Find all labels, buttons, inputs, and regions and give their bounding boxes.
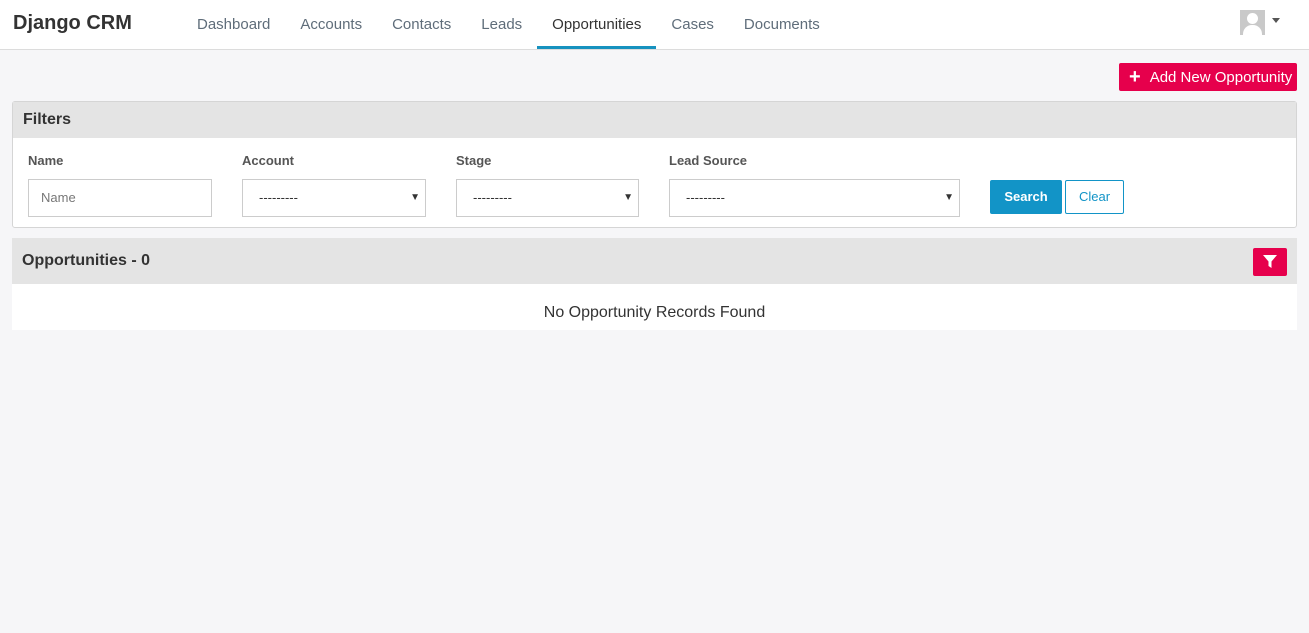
nav-dashboard[interactable]: Dashboard: [182, 0, 285, 49]
name-filter-label: Name: [28, 153, 64, 168]
account-filter-value: ---------: [259, 190, 298, 205]
plus-icon: +: [1129, 66, 1141, 88]
select-arrow-icon: ▼: [944, 192, 954, 203]
brand-logo[interactable]: Django CRM: [13, 12, 132, 35]
stage-filter-value: ---------: [473, 190, 512, 205]
nav-contacts[interactable]: Contacts: [377, 0, 466, 49]
nav-accounts[interactable]: Accounts: [285, 0, 377, 49]
toggle-filters-button[interactable]: [1253, 248, 1287, 276]
add-new-opportunity-label: Add New Opportunity: [1149, 68, 1293, 86]
name-filter-placeholder: Name: [41, 190, 76, 205]
caret-down-icon[interactable]: [1272, 18, 1280, 23]
top-navbar: Django CRM Dashboard Accounts Contacts L…: [0, 0, 1309, 50]
nav-leads[interactable]: Leads: [466, 0, 537, 49]
select-arrow-icon: ▼: [410, 192, 420, 203]
lead-source-filter-label: Lead Source: [669, 153, 748, 168]
add-new-opportunity-button[interactable]: + Add New Opportunity: [1119, 63, 1297, 91]
opportunities-panel: Opportunities - 0 No Opportunity Records…: [12, 238, 1297, 330]
stage-filter-select[interactable]: --------- ▼: [456, 179, 639, 217]
stage-filter-label: Stage: [456, 153, 492, 168]
select-arrow-icon: ▼: [623, 192, 633, 203]
nav-cases[interactable]: Cases: [656, 0, 729, 49]
search-button[interactable]: Search: [990, 180, 1062, 214]
avatar-head: [1247, 13, 1258, 24]
nav-documents[interactable]: Documents: [729, 0, 835, 49]
user-avatar-icon[interactable]: [1240, 10, 1265, 35]
opportunities-count-title: Opportunities - 0: [22, 252, 150, 269]
name-filter-input[interactable]: Name: [28, 179, 212, 217]
filters-panel: Filters Name Account Stage Lead Source N…: [12, 101, 1297, 228]
empty-state-message: No Opportunity Records Found: [543, 304, 766, 321]
filter-icon: [1263, 255, 1277, 268]
nav-opportunities[interactable]: Opportunities: [537, 0, 657, 49]
filters-title: Filters: [13, 102, 1296, 138]
clear-button[interactable]: Clear: [1065, 180, 1124, 214]
account-filter-label: Account: [242, 153, 294, 168]
account-filter-select[interactable]: --------- ▼: [242, 179, 426, 217]
lead-source-filter-value: ---------: [686, 190, 725, 205]
lead-source-filter-select[interactable]: --------- ▼: [669, 179, 960, 217]
main-nav: Dashboard Accounts Contacts Leads Opport…: [182, 0, 835, 49]
opportunities-header: Opportunities - 0: [12, 238, 1297, 284]
avatar-body: [1243, 25, 1262, 35]
